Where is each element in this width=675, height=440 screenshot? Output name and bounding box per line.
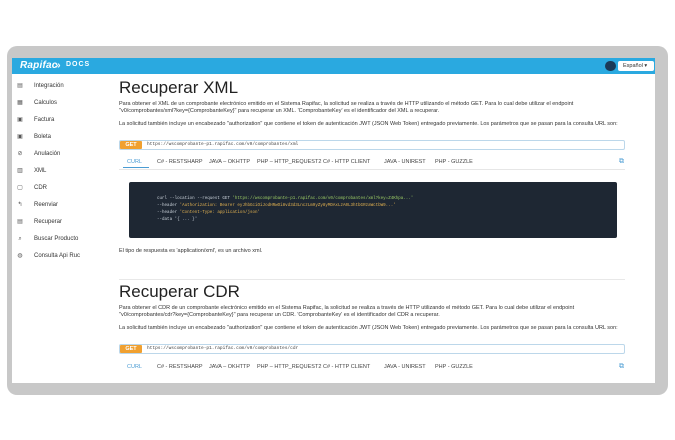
xml-auth-description: La solicitud también incluye un encabeza…	[119, 121, 618, 127]
sidebar: ▤ Integración ▦ Calculos ▣ Factura ▣ Boleta …	[12, 74, 100, 383]
sidebar-item-cdr[interactable]: ▢ CDR	[16, 183, 100, 193]
cdr-endpoint-url: https://wscomprobante-p1.rapifac.com/v0/…	[147, 346, 299, 351]
calculator-icon: ▦	[17, 100, 23, 106]
cancel-icon: ⊘	[17, 151, 23, 157]
get-method-badge: GET	[120, 141, 142, 149]
cdr-auth-description: La solicitud también incluye un encabeza…	[119, 325, 618, 331]
tab-java-unirest[interactable]: JAVA - UNIREST	[384, 362, 426, 372]
xml-endpoint-bar[interactable]: GET https://wscomprobante-p1.rapifac.com…	[119, 140, 625, 150]
copy-icon[interactable]: ⧉	[619, 158, 624, 166]
app-window: Rapifac » DOCS Español ▾ ▤ Integración ▦ C…	[12, 58, 655, 383]
xml-code-tabs: CURL C# - RESTSHARP JAVA – OKHTTP PHP – …	[119, 157, 625, 168]
xml-code-block: curl --location --request GET 'https://w…	[129, 182, 617, 238]
logo-arrow-icon: »	[55, 60, 61, 71]
xml-icon: ▥	[17, 168, 23, 174]
code-line: curl --location --request GET 'https://w…	[157, 197, 414, 201]
tab-php-http-request2[interactable]: PHP – HTTP_REQUEST2	[257, 157, 321, 167]
tab-java-unirest[interactable]: JAVA - UNIREST	[384, 157, 426, 167]
sidebar-item-calculos[interactable]: ▦ Calculos	[16, 98, 100, 108]
sidebar-item-label: Recuperar	[34, 219, 63, 225]
sidebar-item-label: Factura	[34, 117, 55, 123]
xml-response-type: El tipo de respuesta es 'application/xml…	[119, 248, 263, 254]
sidebar-item-label: Calculos	[34, 100, 58, 106]
recover-icon: ▤	[17, 219, 23, 225]
code-line: --header 'Content-Type: application/json…	[157, 211, 261, 215]
sidebar-item-xml[interactable]: ▥ XML	[16, 166, 100, 176]
xml-description: Para obtener el XML de un comprobante el…	[119, 101, 574, 114]
sidebar-item-recuperar[interactable]: ▤ Recuperar	[16, 217, 100, 227]
book-icon: ▤	[17, 83, 23, 89]
sidebar-item-buscar-producto[interactable]: ⌕ Buscar Producto	[16, 234, 100, 244]
sidebar-item-factura[interactable]: ▣ Factura	[16, 115, 100, 125]
docs-label: DOCS	[66, 61, 91, 68]
code-line: --header 'Authorization: Bearer eyJhbGci…	[157, 204, 396, 208]
resend-icon: ↰	[17, 202, 23, 208]
active-tab-underline	[123, 167, 149, 168]
language-label: Español	[623, 63, 643, 69]
globe-icon: ◍	[17, 253, 23, 259]
copy-icon[interactable]: ⧉	[619, 363, 624, 371]
tab-php-guzzle[interactable]: PHP - GUZZLE	[435, 157, 473, 167]
main-content: Recuperar XML Para obtener el XML de un …	[116, 74, 630, 383]
tab-curl[interactable]: CURL	[127, 157, 142, 167]
tabs-divider	[119, 169, 625, 170]
cdr-code-tabs: CURL C# - RESTSHARP JAVA – OKHTTP PHP – …	[119, 362, 625, 372]
xml-endpoint-url: https://wscomprobante-p1.rapifac.com/v0/…	[147, 142, 299, 147]
section-divider	[119, 279, 625, 280]
code-line: --data '{ ... }'	[157, 218, 198, 222]
sidebar-item-anulacion[interactable]: ⊘ Anulación	[16, 149, 100, 159]
cdr-description: Para obtener el CDR de un comprobante el…	[119, 305, 575, 318]
tab-php-http-request2[interactable]: PHP – HTTP_REQUEST2	[257, 362, 321, 372]
get-method-badge: GET	[120, 345, 142, 353]
sidebar-item-integracion[interactable]: ▤ Integración	[16, 81, 100, 91]
page-title-xml: Recuperar XML	[119, 78, 239, 97]
sidebar-item-label: Boleta	[34, 134, 52, 140]
sidebar-item-reenviar[interactable]: ↰ Reenviar	[16, 200, 100, 210]
tab-csharp-http-client[interactable]: C# - HTTP CLIENT	[323, 362, 370, 372]
search-product-icon: ⌕	[18, 236, 22, 242]
cdr-icon: ▢	[17, 185, 23, 191]
tab-csharp-restsharp[interactable]: C# - RESTSHARP	[157, 157, 203, 167]
sidebar-item-label: Consulta Api Ruc	[34, 253, 81, 259]
theme-toggle-icon[interactable]	[605, 61, 616, 71]
sidebar-item-label: Reenviar	[34, 202, 59, 208]
tab-csharp-http-client[interactable]: C# - HTTP CLIENT	[323, 157, 370, 167]
sidebar-item-label: Integración	[34, 83, 64, 89]
logo-text: Rapifac	[20, 60, 58, 71]
cdr-endpoint-bar[interactable]: GET https://wscomprobante-p1.rapifac.com…	[119, 344, 625, 354]
sidebar-item-label: Buscar Producto	[34, 236, 79, 242]
sidebar-item-consulta-api-ruc[interactable]: ◍ Consulta Api Ruc	[16, 251, 100, 261]
top-bar: Rapifac » DOCS Español ▾	[12, 58, 655, 74]
receipt-icon: ▣	[17, 134, 23, 140]
tab-java-okhttp[interactable]: JAVA – OKHTTP	[209, 362, 250, 372]
tab-csharp-restsharp[interactable]: C# - RESTSHARP	[157, 362, 203, 372]
language-select[interactable]: Español ▾	[618, 61, 654, 71]
sidebar-item-label: XML	[34, 168, 47, 174]
invoice-icon: ▣	[17, 117, 23, 123]
tab-java-okhttp[interactable]: JAVA – OKHTTP	[209, 157, 250, 167]
tab-curl[interactable]: CURL	[127, 362, 142, 372]
page-title-cdr: Recuperar CDR	[119, 282, 240, 301]
sidebar-item-boleta[interactable]: ▣ Boleta	[16, 132, 100, 142]
tab-php-guzzle[interactable]: PHP - GUZZLE	[435, 362, 473, 372]
sidebar-item-label: CDR	[34, 185, 47, 191]
sidebar-item-label: Anulación	[34, 151, 61, 157]
